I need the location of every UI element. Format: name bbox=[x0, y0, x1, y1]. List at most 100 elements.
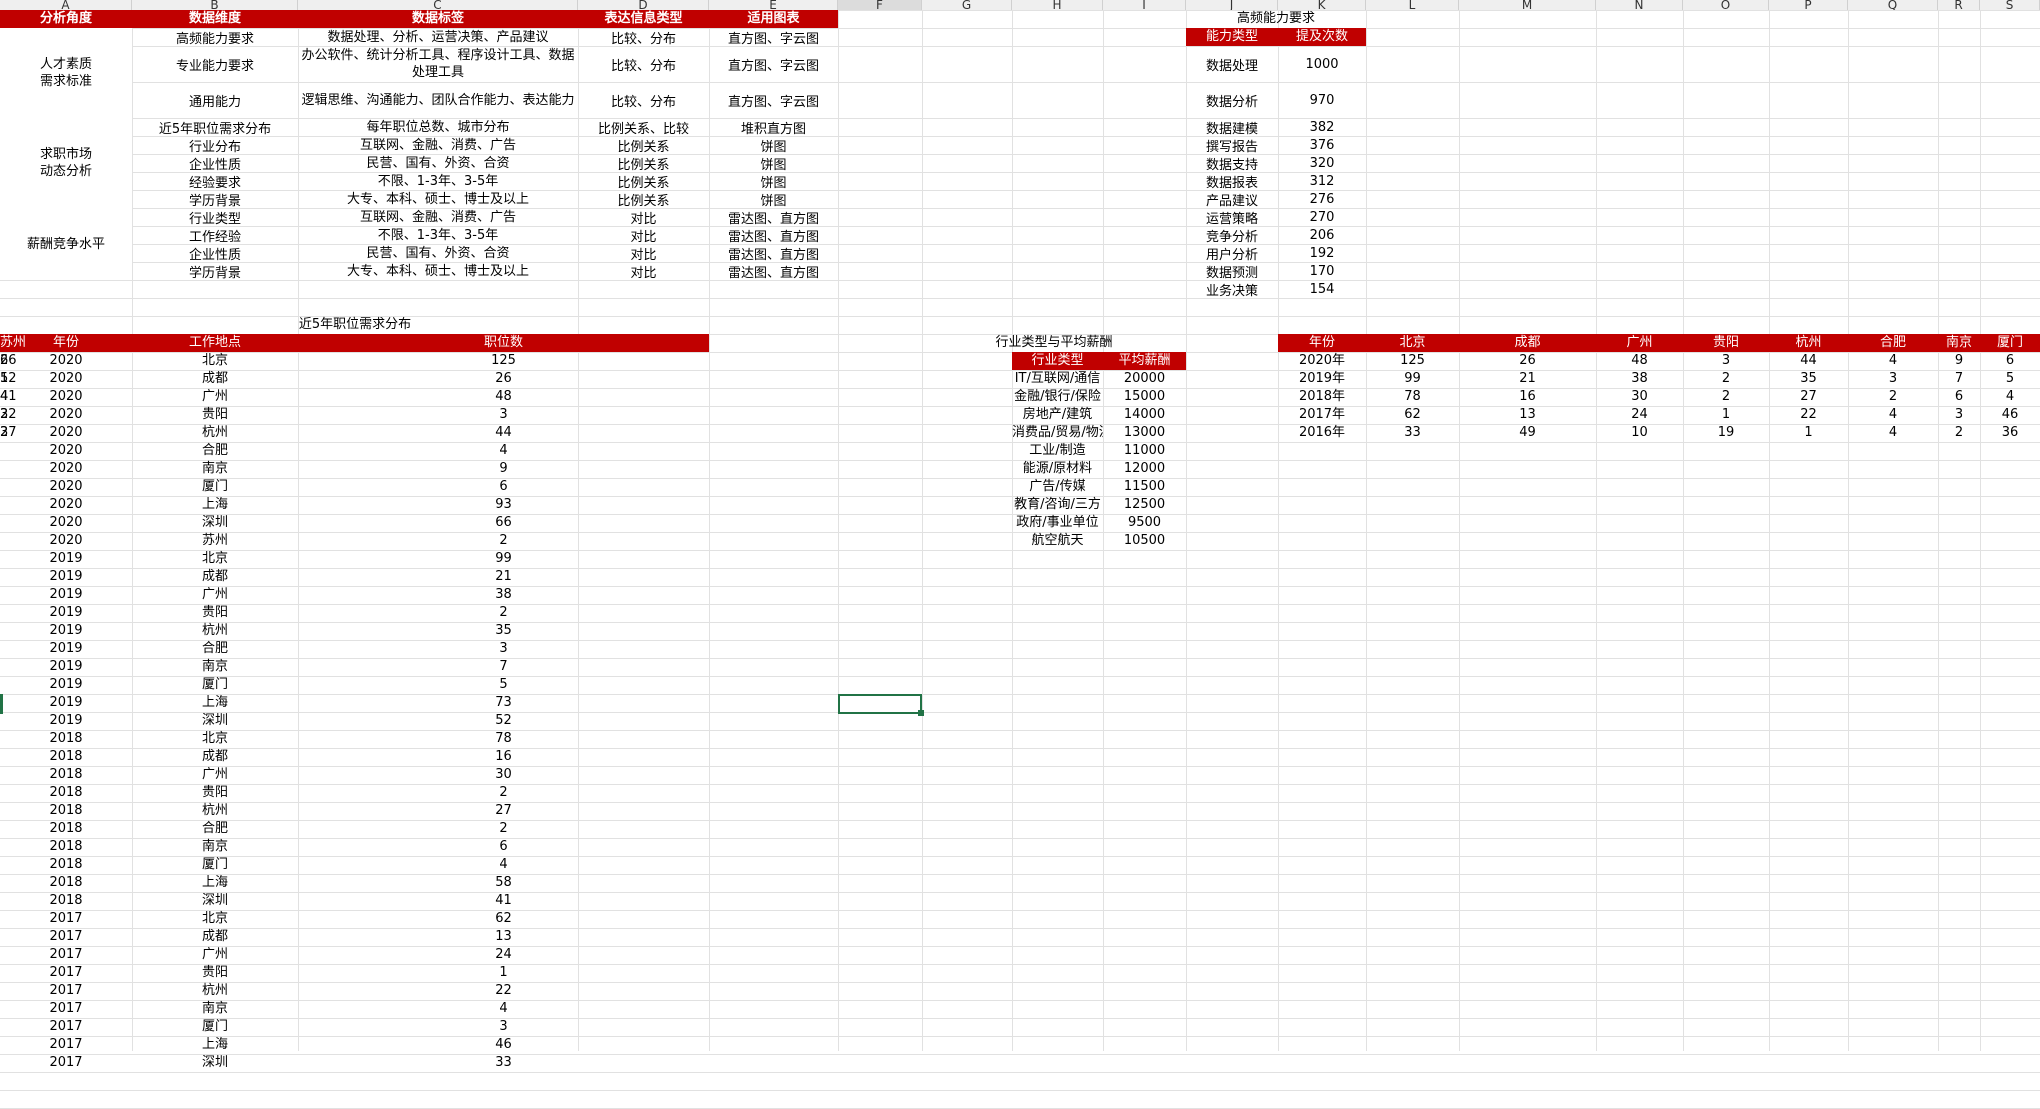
salary-cell[interactable]: 10500 bbox=[1103, 532, 1186, 550]
salary-cell[interactable]: 11500 bbox=[1103, 478, 1186, 496]
jobs-cell[interactable]: 21 bbox=[298, 568, 709, 586]
table1-cell[interactable]: 经验要求 bbox=[132, 172, 298, 191]
jobs-cell[interactable]: 2020 bbox=[0, 514, 132, 532]
column-header-o[interactable]: O bbox=[1683, 0, 1769, 10]
jobs-cell[interactable]: 2018 bbox=[0, 892, 132, 910]
table1-cell[interactable]: 专业能力要求 bbox=[132, 46, 298, 82]
table1-cell[interactable]: 雷达图、直方图 bbox=[709, 226, 838, 245]
jobs-cell[interactable]: 2019 bbox=[0, 568, 132, 586]
pivot-cell[interactable]: 38 bbox=[1596, 370, 1683, 388]
jobs-header[interactable]: 工作地点 bbox=[132, 334, 298, 352]
salary-cell[interactable]: 14000 bbox=[1103, 406, 1186, 424]
jobs-cell[interactable]: 杭州 bbox=[132, 802, 298, 820]
pivot-header[interactable]: 厦门 bbox=[1980, 334, 2040, 352]
jobs-cell[interactable]: 合肥 bbox=[132, 820, 298, 838]
jobs-cell[interactable]: 2018 bbox=[0, 802, 132, 820]
pivot-cell[interactable]: 5 bbox=[1980, 370, 2040, 388]
pivot-header[interactable]: 年份 bbox=[1278, 334, 1366, 352]
jobs-cell[interactable]: 2018 bbox=[0, 856, 132, 874]
jobs-cell[interactable]: 125 bbox=[298, 352, 709, 370]
jobs-cell[interactable]: 南京 bbox=[132, 460, 298, 478]
jobs-cell[interactable]: 52 bbox=[298, 712, 709, 730]
pivot-cell[interactable]: 36 bbox=[1980, 424, 2040, 442]
table1-cell[interactable]: 行业类型 bbox=[132, 208, 298, 227]
jobs-cell[interactable]: 2019 bbox=[0, 550, 132, 568]
jobs-cell[interactable]: 2020 bbox=[0, 460, 132, 478]
jobs-cell[interactable]: 贵阳 bbox=[132, 406, 298, 424]
jobs-cell[interactable]: 北京 bbox=[132, 730, 298, 748]
table1-header[interactable]: 表达信息类型 bbox=[578, 10, 709, 28]
pivot-cell[interactable]: 6 bbox=[1938, 388, 1980, 406]
jobs-cell[interactable]: 2020 bbox=[0, 532, 132, 550]
jobs-cell[interactable]: 成都 bbox=[132, 748, 298, 766]
pivot-header[interactable]: 苏州 bbox=[0, 334, 27, 352]
pivot-cell[interactable]: 3 bbox=[0, 424, 8, 442]
jobs-cell[interactable]: 合肥 bbox=[132, 640, 298, 658]
pivot-cell[interactable]: 3 bbox=[1938, 406, 1980, 424]
pivot-cell[interactable]: 1 bbox=[0, 370, 8, 388]
jobs-cell[interactable]: 2018 bbox=[0, 730, 132, 748]
ability-cell[interactable]: 1000 bbox=[1278, 46, 1366, 82]
pivot-cell[interactable]: 13 bbox=[1459, 406, 1596, 424]
jobs-cell[interactable]: 2018 bbox=[0, 838, 132, 856]
table1-cell[interactable]: 每年职位总数、城市分布 bbox=[298, 118, 578, 136]
ability-cell[interactable]: 撰写报告 bbox=[1186, 136, 1278, 155]
salary-cell[interactable]: 12000 bbox=[1103, 460, 1186, 478]
salary-cell[interactable]: 消费品/贸易/物流 bbox=[1012, 424, 1103, 442]
column-header-d[interactable]: D bbox=[578, 0, 709, 10]
pivot-header[interactable]: 北京 bbox=[1366, 334, 1459, 352]
salary-cell[interactable]: IT/互联网/通信 bbox=[1012, 370, 1103, 388]
pivot-cell[interactable]: 4 bbox=[1848, 406, 1938, 424]
column-header-c[interactable]: C bbox=[298, 0, 578, 10]
jobs-cell[interactable]: 深圳 bbox=[132, 892, 298, 910]
ability-cell[interactable]: 数据处理 bbox=[1186, 46, 1278, 82]
ability-cell[interactable]: 数据预测 bbox=[1186, 262, 1278, 281]
ability-cell[interactable]: 970 bbox=[1278, 82, 1366, 118]
jobs-cell[interactable]: 2018 bbox=[0, 748, 132, 766]
table1-cell[interactable]: 比较、分布 bbox=[578, 28, 709, 47]
table1-cell[interactable]: 企业性质 bbox=[132, 244, 298, 263]
pivot-cell[interactable]: 78 bbox=[1366, 388, 1459, 406]
table1-cell[interactable]: 直方图、字云图 bbox=[709, 82, 838, 118]
jobs-cell[interactable]: 苏州 bbox=[132, 532, 298, 550]
table1-group[interactable]: 求职市场 动态分析 bbox=[0, 118, 132, 208]
jobs-cell[interactable]: 2 bbox=[298, 784, 709, 802]
ability-cell[interactable]: 业务决策 bbox=[1186, 280, 1278, 299]
jobs-cell[interactable]: 2019 bbox=[0, 604, 132, 622]
jobs-cell[interactable]: 3 bbox=[298, 1018, 709, 1036]
pivot-cell[interactable]: 4 bbox=[1848, 352, 1938, 370]
jobs-cell[interactable]: 深圳 bbox=[132, 712, 298, 730]
jobs-cell[interactable]: 广州 bbox=[132, 946, 298, 964]
table1-header[interactable]: 分析角度 bbox=[0, 10, 132, 28]
ability-cell[interactable]: 运营策略 bbox=[1186, 208, 1278, 227]
pivot-header[interactable]: 杭州 bbox=[1769, 334, 1848, 352]
pivot-cell[interactable]: 10 bbox=[1596, 424, 1683, 442]
pivot-cell[interactable]: 49 bbox=[1459, 424, 1596, 442]
table1-cell[interactable]: 比例关系 bbox=[578, 172, 709, 191]
ability-cell[interactable]: 数据建模 bbox=[1186, 118, 1278, 137]
salary-cell[interactable]: 航空航天 bbox=[1012, 532, 1103, 550]
table1-cell[interactable]: 学历背景 bbox=[132, 190, 298, 209]
table1-cell[interactable]: 民营、国有、外资、合资 bbox=[298, 154, 578, 172]
jobs-cell[interactable]: 贵阳 bbox=[132, 784, 298, 802]
pivot-cell[interactable]: 9 bbox=[1938, 352, 1980, 370]
jobs-cell[interactable]: 2020 bbox=[0, 370, 132, 388]
jobs-cell[interactable]: 38 bbox=[298, 586, 709, 604]
column-header-g[interactable]: G bbox=[922, 0, 1012, 10]
jobs-cell[interactable]: 2 bbox=[298, 604, 709, 622]
jobs-cell[interactable]: 2019 bbox=[0, 658, 132, 676]
table1-cell[interactable]: 企业性质 bbox=[132, 154, 298, 173]
jobs-cell[interactable]: 4 bbox=[298, 442, 709, 460]
table1-cell[interactable]: 比例关系 bbox=[578, 136, 709, 155]
column-header-n[interactable]: N bbox=[1596, 0, 1683, 10]
table1-header[interactable]: 数据标签 bbox=[298, 10, 578, 28]
pivot-cell[interactable]: 125 bbox=[1366, 352, 1459, 370]
ability-title[interactable]: 高频能力要求 bbox=[1186, 10, 1366, 28]
jobs-cell[interactable]: 北京 bbox=[132, 352, 298, 370]
table1-cell[interactable]: 学历背景 bbox=[132, 262, 298, 281]
table1-cell[interactable]: 直方图、字云图 bbox=[709, 28, 838, 47]
ability-cell[interactable]: 312 bbox=[1278, 172, 1366, 190]
jobs-cell[interactable]: 杭州 bbox=[132, 424, 298, 442]
jobs-title[interactable]: 近5年职位需求分布 bbox=[132, 316, 578, 334]
salary-cell[interactable]: 教育/咨询/三方 bbox=[1012, 496, 1103, 514]
